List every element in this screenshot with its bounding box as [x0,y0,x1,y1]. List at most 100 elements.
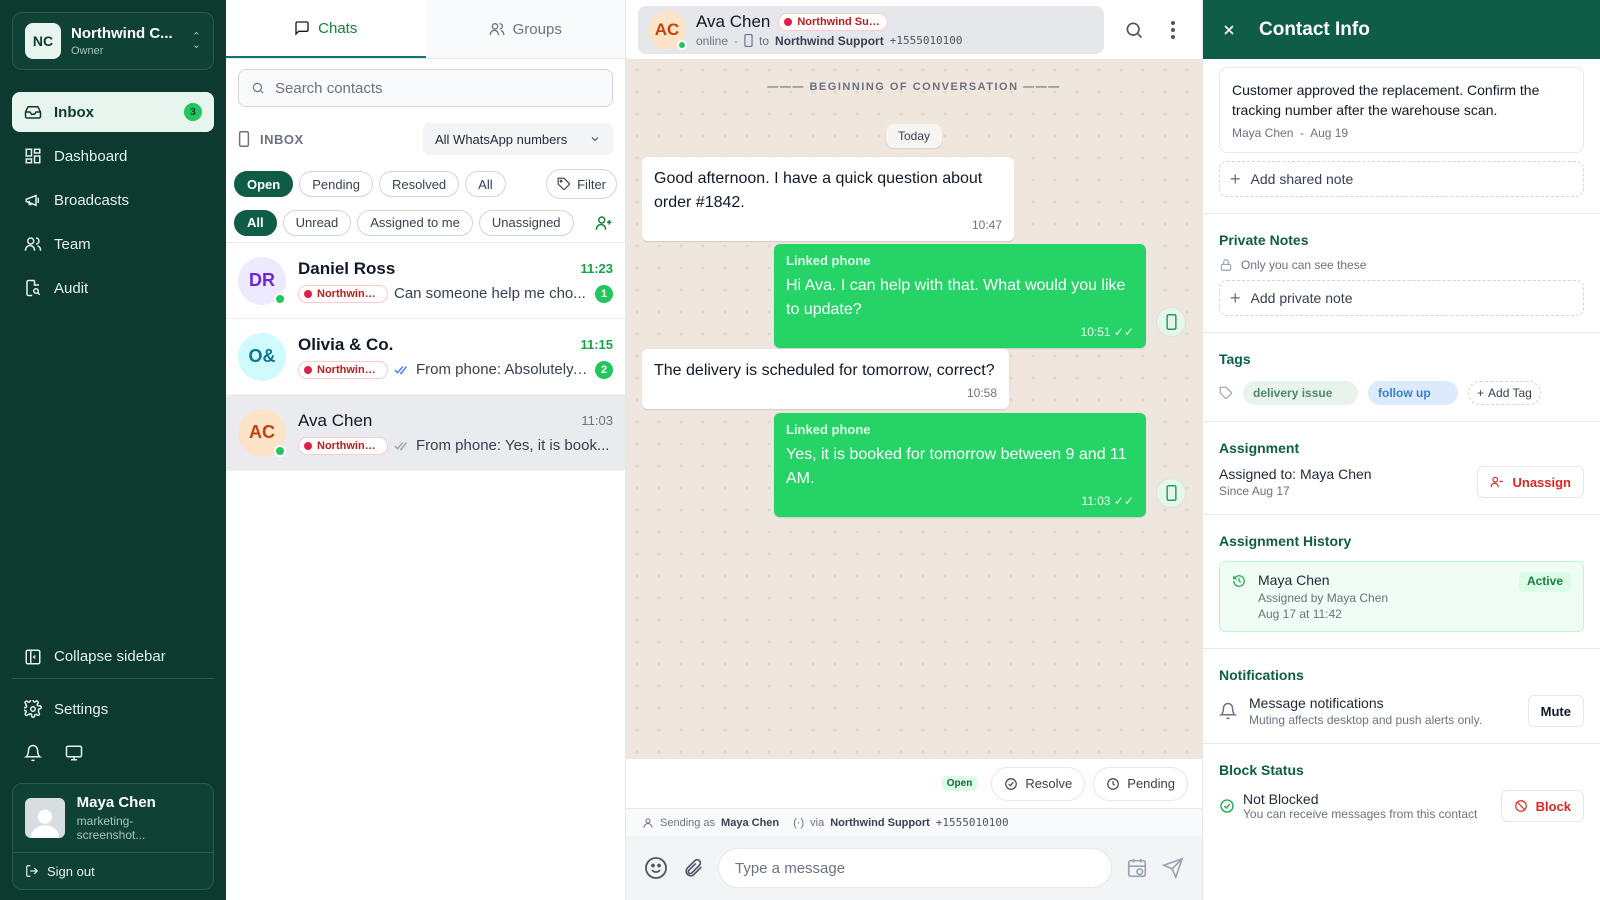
tag-chip[interactable]: follow up [1368,381,1458,405]
block-status-section: Block Status Not Blocked You can receive… [1203,744,1600,822]
tab-chats[interactable]: Chats [226,0,426,58]
phone-icon [744,34,753,47]
add-shared-note-button[interactable]: + Add shared note [1219,161,1584,197]
notification-hint: Muting affects desktop and push alerts o… [1249,713,1483,727]
user-card: Maya Chen marketing-screenshot... Sign o… [12,783,214,890]
double-check-icon [394,441,408,451]
unassign-button[interactable]: Unassign [1477,466,1584,498]
check-circle-icon [1005,777,1018,790]
signal-icon: (·) [793,816,805,829]
shared-note: Customer approved the replacement. Confi… [1219,67,1584,153]
panel-title: Contact Info [1259,18,1370,40]
message-time: 10:58 [966,386,997,400]
bell-icon[interactable] [24,744,42,762]
nav-item-inbox[interactable]: Inbox 3 [12,92,214,132]
more-vertical-icon[interactable] [1170,20,1176,40]
schedule-icon[interactable] [1126,857,1148,879]
monitor-icon[interactable] [64,744,84,762]
section-title: Block Status [1219,762,1304,778]
chat-time: 11:03 [581,413,613,428]
message-time: 10:51 [1080,325,1111,339]
send-icon[interactable] [1162,857,1184,879]
contact-header[interactable]: AC Ava Chen Northwind Sup... online · to… [638,5,1104,54]
resolve-button[interactable]: Resolve [991,766,1086,801]
contact-name: Ava Chen [696,11,771,31]
add-tag-button[interactable]: + Add Tag [1468,381,1541,405]
unread-badge: 1 [595,284,613,303]
pill-resolved[interactable]: Resolved [378,171,460,197]
chat-preview: From phone: Absolutely.... [416,361,589,378]
chat-item-ava-chen[interactable]: AC Ava Chen 11:03 Northwind ... From phon… [226,395,625,471]
search-input[interactable]: Search contacts [238,69,613,107]
channel-number: +1555010100 [889,34,963,47]
gear-icon [24,700,42,718]
collapse-sidebar-label: Collapse sidebar [54,648,166,665]
pending-button[interactable]: Pending [1093,766,1188,801]
linked-phone-label: Linked phone [786,422,871,437]
pill-open[interactable]: Open [234,171,294,197]
add-private-note-button[interactable]: + Add private note [1219,280,1584,316]
user-icon [643,818,653,828]
collapse-sidebar-button[interactable]: Collapse sidebar [12,639,214,679]
settings-button[interactable]: Settings [12,689,214,729]
message-placeholder: Type a message [735,859,846,877]
emoji-icon[interactable] [644,856,668,880]
nav-item-label: Team [54,235,91,253]
nav-item-dashboard[interactable]: Dashboard [12,136,214,176]
chat-item-olivia-co[interactable]: O& Olivia & Co. 11:15 Northwind ... From … [226,319,625,395]
sign-out-button[interactable]: Sign out [13,853,213,889]
history-icon [1233,575,1245,587]
tag-chip[interactable]: delivery issue [1243,381,1358,405]
message-outgoing: Linked phone Yes, it is booked for tomor… [774,413,1146,517]
number-select[interactable]: All WhatsApp numbers [423,123,613,155]
pill-unread[interactable]: Unread [282,209,352,236]
assignee-name: Maya Chen [1299,466,1372,482]
org-name: Northwind C... [71,25,173,42]
tab-groups[interactable]: Groups [425,0,625,58]
avatar: AC [238,408,286,457]
message-input[interactable]: Type a message [718,848,1112,888]
avatar: AC [648,10,687,50]
date-divider: Today [885,124,943,148]
phone-icon [1156,307,1186,337]
mute-button[interactable]: Mute [1527,695,1584,727]
org-switcher[interactable]: NC Northwind C... Owner ⌃ ⌄ [12,12,214,70]
filter-button[interactable]: Filter [546,169,617,199]
add-user-icon[interactable] [595,214,613,232]
message-incoming: Good afternoon. I have a quick question … [642,157,1014,241]
nav-item-team[interactable]: Team [12,224,214,264]
pill-pending[interactable]: Pending [299,171,373,197]
close-icon[interactable] [1221,22,1237,38]
inbox-icon [24,106,42,119]
pill-all[interactable]: All [465,171,506,197]
tab-label: Groups [512,20,562,38]
pill-assigned-to-me[interactable]: Assigned to me [357,209,473,236]
note-date: Aug 19 [1310,126,1349,140]
avatar [25,798,65,838]
assignment-section: Assignment Assigned to: Maya Chen Since … [1203,422,1600,515]
nav-item-label: Audit [54,279,89,297]
pill-unassigned[interactable]: Unassigned [478,209,574,236]
user-name: Maya Chen [76,794,156,811]
section-title: Assignment [1219,440,1300,456]
avatar: DR [238,256,286,305]
chat-item-daniel-ross[interactable]: DR Daniel Ross 11:23 Northwind ... Can som… [226,243,625,319]
settings-label: Settings [54,700,109,718]
paperclip-icon[interactable] [682,857,704,879]
chat-time: 11:15 [580,337,613,352]
private-notes-section: Private Notes Only you can see these + Ad… [1203,214,1600,333]
nav-item-audit[interactable]: Audit [12,268,214,308]
message-text: Yes, it is booked for tomorrow between 9… [786,446,1127,487]
tag-icon [1219,386,1232,399]
assign-filter: All Unread Assigned to me Unassigned [226,203,625,243]
block-button[interactable]: Block [1500,790,1584,822]
search-icon[interactable] [1124,20,1144,40]
nav-item-broadcasts[interactable]: Broadcasts [12,180,214,220]
message-text: The delivery is scheduled for tomorrow, … [654,362,995,379]
block-hint: You can receive messages from this conta… [1243,807,1478,821]
sending-as-bar: Sending as Maya Chen (·) via Northwind S… [626,808,1202,836]
nav-item-label: Dashboard [54,147,128,165]
presence-status: online [696,33,729,48]
tab-label: Chats [318,19,358,37]
pill-all-assign[interactable]: All [234,209,277,236]
